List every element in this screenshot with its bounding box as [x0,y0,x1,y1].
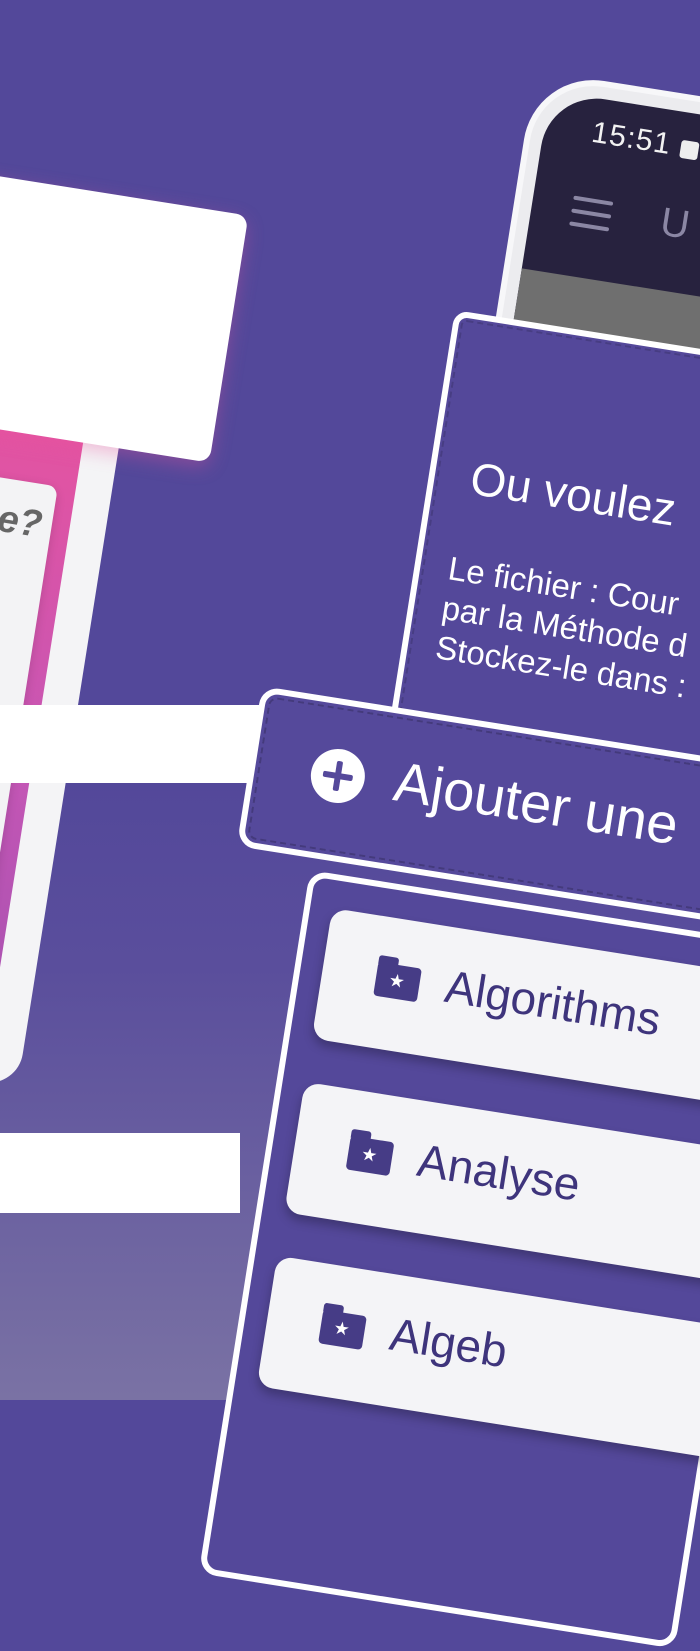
menu-icon[interactable] [568,195,614,241]
folder-label: Analyse [413,1133,584,1211]
add-circle-icon [306,745,369,807]
left-popup-card [0,170,249,463]
dialog-body: Le fichier : Cour par la Méthode d Stock… [433,548,700,706]
folder-star-icon [373,961,422,1003]
question-text: e? [0,497,45,547]
folder-item-analyse[interactable]: Analyse [284,1081,700,1286]
add-folder-label: Ajouter une [389,749,683,857]
folder-item-algebra[interactable]: Algeb [256,1255,700,1460]
folder-star-icon [345,1135,395,1177]
app-title: U [657,199,693,248]
dialog-title: Ou voulez [466,451,680,536]
folder-item-algorithms[interactable]: Algorithms [311,907,700,1112]
folder-star-icon [318,1309,367,1350]
folder-label: Algeb [386,1307,511,1378]
left-white-bar [0,705,260,783]
battery-icon [679,139,700,161]
folder-label: Algorithms [441,959,665,1046]
status-time: 15:51 [589,115,674,162]
left-white-bar-lower [0,1133,240,1213]
